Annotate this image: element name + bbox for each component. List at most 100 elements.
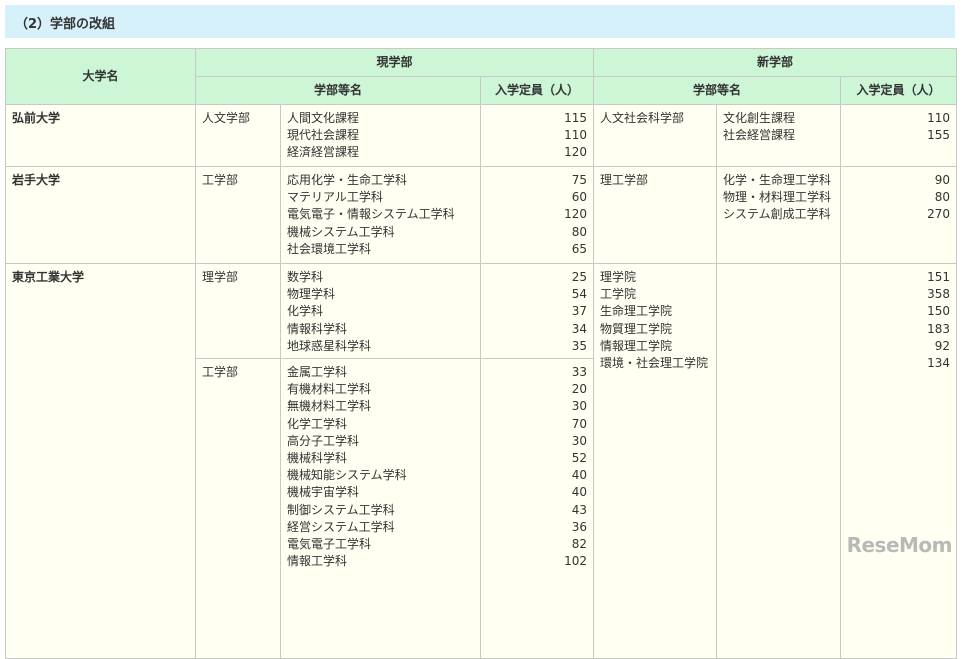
new-faculty: 理学院工学院生命理工学院 物質理工学院 情報理工学院環境・社会理工学院 [593, 263, 718, 659]
current-faculty-line: 人文学部 [202, 111, 251, 125]
new-departments-line: システム創成工学科 [723, 207, 831, 222]
current-departments-line: 無機材料工学科 [287, 399, 372, 414]
current-capacities-line: 33 [571, 365, 588, 379]
header-university: 大学名 [5, 48, 196, 105]
new-departments-line: 物理・材料理工学科 [723, 190, 832, 205]
new-faculty-line: 環境・社会理工学院 [600, 356, 709, 371]
table-body: 弘前大学 人文学部 人間文化課程 現代社会課程 経済経営課程 115 110 120 人文社会科… [5, 104, 958, 659]
university-name-line: 東京工業大学 [12, 270, 85, 284]
new-capacities: 151 358 150 183 92 134 [840, 263, 958, 659]
header-current-capacity: 入学定員（人） [479, 76, 595, 105]
current-departments-line: 情報科学科 [287, 321, 348, 336]
header-new-capacity: 入学定員（人） [840, 76, 958, 105]
new-faculty-line: 工学院 [600, 287, 637, 302]
current-capacities-line: 20 [571, 382, 588, 397]
current-departments-line: 制御システム工学科 [287, 502, 395, 517]
new-departments-line: 社会経営課程 [723, 128, 796, 143]
current-capacities-line: 30 [571, 433, 588, 448]
university-name: 弘前大学 [5, 104, 196, 167]
new-capacities-line: 155 [927, 128, 951, 143]
header-current-faculty: 現学部 [194, 48, 595, 77]
current-faculty-line: 理学部 [202, 270, 239, 284]
current-departments-line: 機械知能システム学科 [287, 468, 407, 483]
new-faculty: 理工学部 [593, 166, 718, 264]
section-title-bar: （2）学部の改組 [5, 5, 955, 38]
university-name-line: 弘前大学 [12, 111, 61, 125]
new-departments-line: 文化創生課程 [723, 111, 796, 125]
current-capacities: 33 20 30 70 30 52 40 40 43 36 82 102 [479, 358, 595, 659]
new-capacities-line: 80 [934, 190, 951, 205]
current-faculty: 工学部 [195, 166, 281, 264]
current-capacities: 75 60 120 80 65 [479, 166, 595, 264]
university-name: 東京工業大学 [5, 263, 196, 659]
current-departments-line: 有機材料工学科 [287, 382, 372, 397]
current-capacities-line: 70 [571, 416, 588, 431]
current-departments-line: 電気電子工学科 [287, 537, 372, 552]
current-departments-line: 高分子工学科 [287, 433, 360, 448]
current-capacities: 115 110 120 [479, 104, 595, 167]
current-capacities-line: 120 [564, 145, 588, 160]
section-title: （2）学部の改組 [15, 17, 116, 32]
current-capacities: 25 54 37 34 35 [479, 263, 595, 359]
new-departments [716, 263, 842, 659]
current-departments-line: 化学科 [287, 304, 324, 319]
current-capacities-line: 115 [564, 111, 588, 125]
header-new-faculty-name: 学部等名 [593, 76, 842, 105]
new-faculty-line: 生命理工学院 [600, 304, 673, 319]
current-capacities-line: 52 [571, 451, 588, 466]
current-departments: 金属工学科有機材料工学科 無機材料工学科 化学工学科高分子工学科 機械科学科機械知能シ… [280, 358, 481, 659]
new-capacities-line: 150 [927, 304, 951, 319]
university-name-line: 岩手大学 [12, 173, 61, 187]
current-departments-line: 応用化学・生命工学科 [287, 173, 408, 187]
new-capacities-line: 110 [927, 111, 951, 125]
current-capacities-line: 110 [564, 128, 588, 143]
new-faculty-line: 情報理工学院 [600, 338, 673, 353]
current-departments: 数学科物理学科化学科情報科学科地球惑星科学科 [280, 263, 481, 359]
current-departments-line: 人間文化課程 [287, 111, 360, 125]
current-departments-line: 物理学科 [287, 287, 336, 302]
current-faculty-line: 工学部 [202, 365, 239, 379]
current-capacities-line: 43 [571, 502, 588, 517]
current-departments-line: 数学科 [287, 270, 324, 284]
current-capacities-line: 54 [571, 287, 588, 302]
new-capacities-line: 92 [934, 338, 951, 353]
new-faculty-line: 物質理工学院 [600, 321, 673, 336]
current-capacities-line: 35 [571, 338, 588, 353]
current-departments-line: 金属工学科 [287, 365, 348, 379]
current-capacities-line: 40 [571, 485, 588, 500]
current-faculty: 人文学部 [195, 104, 281, 167]
current-departments-line: 機械科学科 [287, 451, 348, 466]
current-departments-line: 機械システム工学科 [287, 224, 395, 239]
table-row: 弘前大学 人文学部 人間文化課程 現代社会課程 経済経営課程 115 110 120 人文社会科… [5, 104, 958, 167]
new-faculty: 人文社会科学部 [593, 104, 718, 167]
current-departments-line: 地球惑星科学科 [287, 338, 372, 353]
current-capacities-line: 40 [571, 468, 588, 483]
new-faculty-line: 理学院 [600, 270, 637, 284]
new-capacities-line: 183 [927, 321, 951, 336]
current-departments-line: マテリアル工学科 [287, 190, 383, 205]
resemom-logo: ReseMom [846, 533, 953, 557]
current-departments-line: 電気電子・情報システム工学科 [287, 207, 455, 222]
current-departments-line: 機械宇宙学科 [287, 485, 360, 500]
current-faculty: 工学部 [195, 358, 281, 659]
current-departments-line: 現代社会課程 [287, 128, 360, 143]
current-departments-line: 化学工学科 [287, 416, 348, 431]
current-capacities-line: 82 [571, 537, 588, 552]
new-capacities-line: 358 [927, 287, 951, 302]
current-capacities-line: 25 [571, 270, 588, 284]
current-capacities-line: 34 [571, 321, 588, 336]
new-faculty-line: 理工学部 [600, 173, 649, 187]
table-row: 東京工業大学 理学部 数学科物理学科化学科情報科学科地球惑星科学科 25 54 37 34 3… [5, 263, 958, 659]
header-new-faculty: 新学部 [593, 48, 958, 77]
current-capacities-line: 120 [564, 207, 588, 222]
new-capacities-line: 134 [927, 356, 951, 371]
new-faculty-line: 人文社会科学部 [600, 111, 685, 125]
current-departments: 応用化学・生命工学科 マテリアル工学科電気電子・情報システム工学科 機械システム工学… [280, 166, 481, 264]
current-faculty: 理学部 [195, 263, 281, 359]
current-departments: 人間文化課程 現代社会課程 経済経営課程 [280, 104, 481, 167]
current-capacities-line: 102 [564, 554, 588, 569]
current-capacities-line: 30 [571, 399, 588, 414]
current-capacities-line: 37 [571, 304, 588, 319]
new-capacities: 90 80 270 [840, 166, 958, 264]
university-name: 岩手大学 [5, 166, 196, 264]
